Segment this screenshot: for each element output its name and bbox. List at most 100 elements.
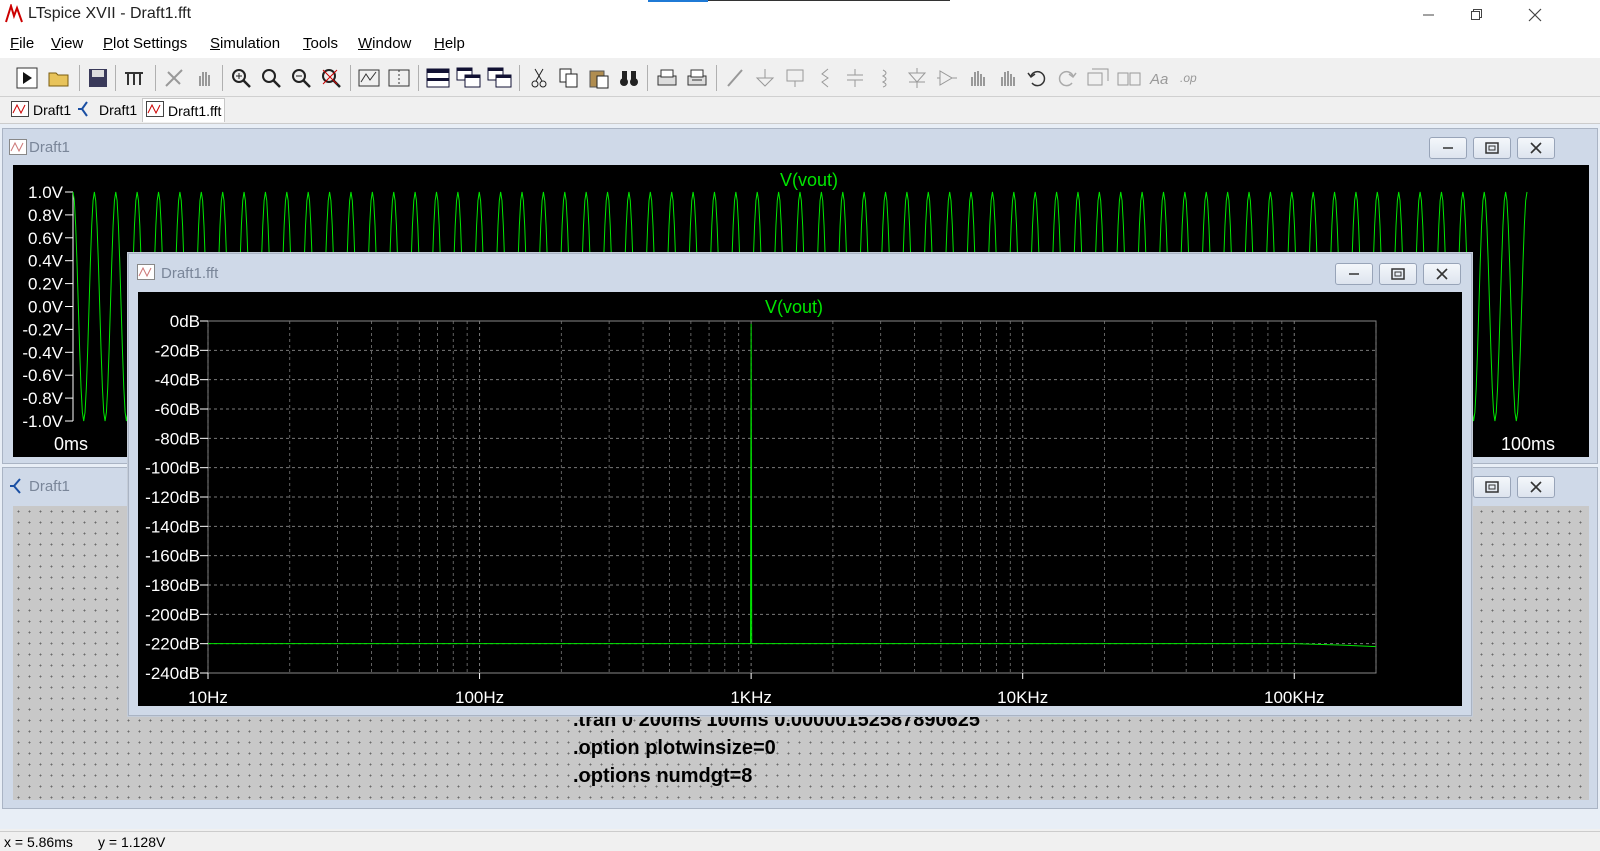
paste-icon[interactable] (585, 64, 613, 92)
y-tick-label: -160dB (145, 547, 200, 566)
rotate-icon[interactable] (1085, 64, 1113, 92)
toolbar-separator (716, 65, 717, 91)
transient-window-caption[interactable]: Draft1 (3, 129, 1597, 165)
control-panel-icon[interactable] (120, 64, 148, 92)
zoom-in-icon[interactable] (227, 64, 255, 92)
schematic-icon (9, 478, 27, 494)
spice-directive-numdgt[interactable]: .options numdgt=8 (573, 765, 752, 788)
tab-label: Draft1 (99, 102, 138, 118)
trace-label-vout[interactable]: V(vout) (780, 170, 838, 190)
print-icon[interactable] (653, 64, 681, 92)
zoom-out-icon[interactable] (287, 64, 315, 92)
find-binoculars-icon[interactable] (615, 64, 643, 92)
transient-close-button[interactable] (1517, 137, 1555, 159)
spice-directive-plotwinsize[interactable]: .option plotwinsize=0 (573, 737, 776, 760)
svg-text:Aa: Aa (1149, 71, 1168, 88)
minimize-button[interactable] (1406, 0, 1452, 30)
tab-draft1-schematic[interactable]: Draft1 (74, 98, 140, 122)
close-button[interactable] (1512, 0, 1558, 30)
cascade-icon[interactable] (455, 64, 483, 92)
undo-icon[interactable] (1023, 64, 1051, 92)
y-tick-label: 0.8V (28, 206, 64, 225)
transient-maximize-button[interactable] (1473, 137, 1511, 159)
menu-view[interactable]: View (51, 35, 83, 52)
y-tick-label: -140dB (145, 517, 200, 536)
toolbar-separator (519, 65, 520, 91)
y-tick-label: -100dB (145, 459, 200, 478)
label-net-icon[interactable] (781, 64, 809, 92)
tile-vertical-icon[interactable] (486, 64, 514, 92)
y-tick-label: -60dB (155, 400, 200, 419)
tile-horizontal-icon[interactable] (424, 64, 452, 92)
vout-spectrum-trace (208, 323, 1377, 648)
diode-icon[interactable] (903, 64, 931, 92)
tab-draft1-fft[interactable]: Draft1.fft (142, 98, 226, 122)
toolbar-separator (350, 65, 351, 91)
y-tick-label: -0.2V (22, 320, 63, 339)
text-icon[interactable]: Aa (1147, 64, 1175, 92)
component-icon[interactable] (933, 64, 961, 92)
mirror-icon[interactable] (1115, 64, 1143, 92)
y-tick-label: -80dB (155, 429, 200, 448)
schematic-close-button[interactable] (1517, 476, 1555, 498)
copy-icon[interactable] (555, 64, 583, 92)
drag-hand-icon[interactable] (993, 64, 1021, 92)
cursor-x-readout: x = 5.86ms (4, 834, 73, 850)
zoom-pan-icon[interactable] (257, 64, 285, 92)
y-tick-label: 0.0V (28, 298, 64, 317)
capacitor-icon[interactable] (841, 64, 869, 92)
y-tick-label: 0.6V (28, 229, 64, 248)
spice-directive-icon[interactable]: .op (1177, 64, 1205, 92)
run-icon[interactable] (13, 64, 41, 92)
window-title: LTspice XVII - Draft1.fft (28, 5, 192, 22)
ground-icon[interactable] (751, 64, 779, 92)
schematic-maximize-button[interactable] (1473, 476, 1511, 498)
x-tick-label: 10Hz (188, 688, 228, 706)
fft-maximize-button[interactable] (1379, 263, 1417, 285)
fft-plot-pane[interactable]: V(vout) 0dB -20dB -40dB -60dB -80dB -100dB -12… (138, 292, 1462, 707)
fft-plot-window: Draft1.fft V(vout) 0dB -20dB -40dB -60dB -80… (128, 253, 1472, 716)
transient-window-title: Draft1 (29, 139, 70, 156)
toolbar-separator (418, 65, 419, 91)
menu-file[interactable]: File (10, 35, 34, 52)
menu-window[interactable]: Window (358, 35, 411, 52)
fft-plot[interactable]: V(vout) 0dB -20dB -40dB -60dB -80dB -100dB -12… (138, 292, 1462, 707)
trace-label-vout[interactable]: V(vout) (765, 297, 823, 317)
y-tick-label: 0.2V (28, 275, 64, 294)
redo-icon[interactable] (1053, 64, 1081, 92)
y-tick-label: 0dB (170, 312, 200, 331)
cut-icon[interactable] (525, 64, 553, 92)
pan-hand-icon[interactable] (190, 64, 218, 92)
fft-close-button[interactable] (1423, 263, 1461, 285)
cursor-icon[interactable] (385, 64, 413, 92)
y-tick-label: -1.0V (22, 412, 63, 431)
mdi-tab-strip: Draft1 Draft1 Draft1.fft (0, 97, 1600, 123)
halt-icon[interactable] (160, 64, 188, 92)
restore-button[interactable] (1454, 0, 1500, 30)
draw-wire-icon[interactable] (721, 64, 749, 92)
y-tick-label: -20dB (155, 341, 200, 360)
ltspice-app-icon (4, 2, 24, 24)
inductor-icon[interactable] (871, 64, 899, 92)
save-icon[interactable] (84, 64, 112, 92)
menu-plot-settings[interactable]: Plot Settings (103, 35, 187, 52)
y-tick-label: -0.4V (22, 343, 63, 362)
print-preview-icon[interactable] (683, 64, 711, 92)
open-folder-icon[interactable] (45, 64, 73, 92)
menu-simulation[interactable]: Simulation (210, 35, 280, 52)
y-tick-label: -240dB (145, 664, 200, 683)
menu-tools[interactable]: Tools (303, 35, 338, 52)
zoom-full-icon[interactable] (317, 64, 345, 92)
tab-draft1-waveform[interactable]: Draft1 (8, 98, 74, 122)
autorange-icon[interactable] (355, 64, 383, 92)
move-hand-icon[interactable] (963, 64, 991, 92)
fft-window-caption[interactable]: Draft1.fft (129, 254, 1471, 290)
x-tick-label-end: 100ms (1501, 434, 1555, 454)
fft-minimize-button[interactable] (1335, 263, 1373, 285)
transient-minimize-button[interactable] (1429, 137, 1467, 159)
resistor-icon[interactable] (811, 64, 839, 92)
y-tick-label: 1.0V (28, 183, 64, 202)
cursor-y-readout: y = 1.128V (98, 834, 166, 850)
menu-help[interactable]: Help (434, 35, 465, 52)
schematic-icon (77, 100, 95, 120)
